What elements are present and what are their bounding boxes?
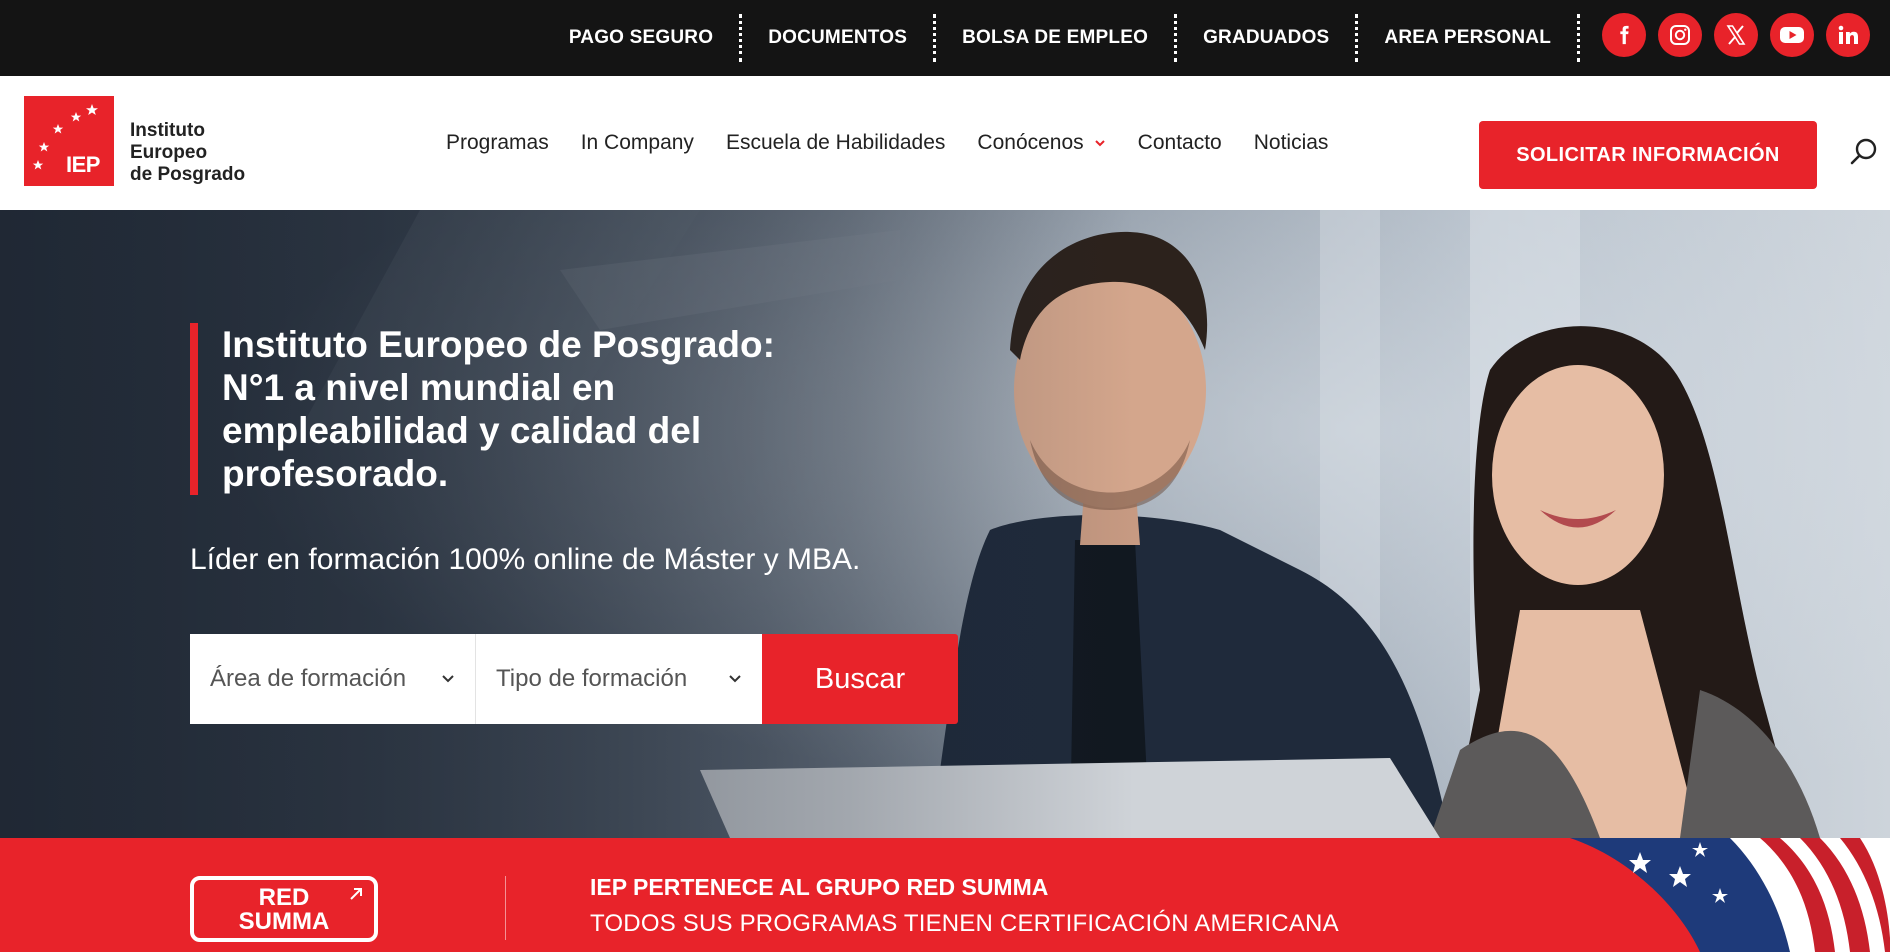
logo-iep-text: IEP <box>66 152 100 177</box>
buscar-button[interactable]: Buscar <box>762 634 958 724</box>
chevron-down-icon <box>442 675 454 683</box>
bolsa-de-empleo-link[interactable]: BOLSA DE EMPLEO <box>936 14 1178 62</box>
chevron-down-icon <box>729 675 741 683</box>
nav-in-company[interactable]: In Company <box>565 131 710 155</box>
band-divider <box>505 876 506 940</box>
iep-logo[interactable]: IEP Instituto Europeo de Posgrado <box>24 96 245 186</box>
logo-line-2: Europeo <box>130 142 208 163</box>
logo-wordmark: Instituto Europeo de Posgrado <box>130 120 245 186</box>
band-subtitle: TODOS SUS PROGRAMAS TIENEN CERTIFICACIÓN… <box>590 910 1339 937</box>
linkedin-icon[interactable] <box>1826 13 1870 57</box>
graduados-link[interactable]: GRADUADOS <box>1177 14 1359 62</box>
arrow-up-right-icon <box>350 888 362 900</box>
logo-mark: IEP <box>24 96 114 186</box>
solicitar-informacion-button[interactable]: SOLICITAR INFORMACIÓN <box>1479 121 1817 189</box>
area-personal-link[interactable]: AREA PERSONAL <box>1358 14 1580 62</box>
tipo-de-formacion-value: Tipo de formación <box>496 665 688 692</box>
documentos-link[interactable]: DOCUMENTOS <box>742 14 937 62</box>
instagram-icon[interactable] <box>1658 13 1702 57</box>
nav-escuela-de-habilidades[interactable]: Escuela de Habilidades <box>710 131 961 155</box>
band-title: IEP PERTENECE AL GRUPO RED SUMMA <box>590 874 1049 900</box>
nav-conocenos[interactable]: Conócenos <box>961 131 1121 155</box>
social-links <box>1602 13 1870 57</box>
tipo-de-formacion-select[interactable]: Tipo de formación <box>476 634 762 724</box>
red-summa-logo[interactable]: RED SUMMA <box>190 876 378 942</box>
x-icon[interactable] <box>1714 13 1758 57</box>
hero-title-block: Instituto Europeo de Posgrado: N°1 a niv… <box>190 323 782 495</box>
hero-photo <box>0 210 1890 838</box>
search-icon[interactable] <box>1849 137 1879 167</box>
chevron-down-icon <box>1094 140 1105 147</box>
nav-conocenos-label: Conócenos <box>977 131 1084 154</box>
logo-line-1: Instituto <box>130 120 205 141</box>
red-summa-logo-line-1: RED <box>258 884 310 911</box>
us-flag-graphic <box>1570 838 1890 952</box>
main-nav: Programas In Company Escuela de Habilida… <box>446 76 1344 210</box>
red-summa-band: RED SUMMA IEP PERTENECE AL GRUPO RED SUM… <box>0 838 1890 952</box>
program-search-bar: Área de formación Tipo de formación Busc… <box>190 634 958 724</box>
hero-subtitle: Líder en formación 100% online de Máster… <box>190 543 861 576</box>
nav-noticias[interactable]: Noticias <box>1238 131 1345 155</box>
main-header: IEP Instituto Europeo de Posgrado Progra… <box>0 76 1890 210</box>
nav-programas[interactable]: Programas <box>446 131 565 155</box>
youtube-icon[interactable] <box>1770 13 1814 57</box>
facebook-icon[interactable] <box>1602 13 1646 57</box>
hero-title: Instituto Europeo de Posgrado: N°1 a niv… <box>222 324 775 494</box>
hero-section: Instituto Europeo de Posgrado: N°1 a niv… <box>0 210 1890 838</box>
nav-contacto[interactable]: Contacto <box>1122 131 1238 155</box>
utility-links: PAGO SEGURO DOCUMENTOS BOLSA DE EMPLEO G… <box>569 0 1580 76</box>
logo-line-3: de Posgrado <box>130 164 246 185</box>
pago-seguro-link[interactable]: PAGO SEGURO <box>569 14 743 62</box>
area-de-formacion-value: Área de formación <box>210 665 407 692</box>
top-bar: PAGO SEGURO DOCUMENTOS BOLSA DE EMPLEO G… <box>0 0 1890 76</box>
red-summa-logo-line-2: SUMMA <box>238 908 330 935</box>
area-de-formacion-select[interactable]: Área de formación <box>190 634 476 724</box>
